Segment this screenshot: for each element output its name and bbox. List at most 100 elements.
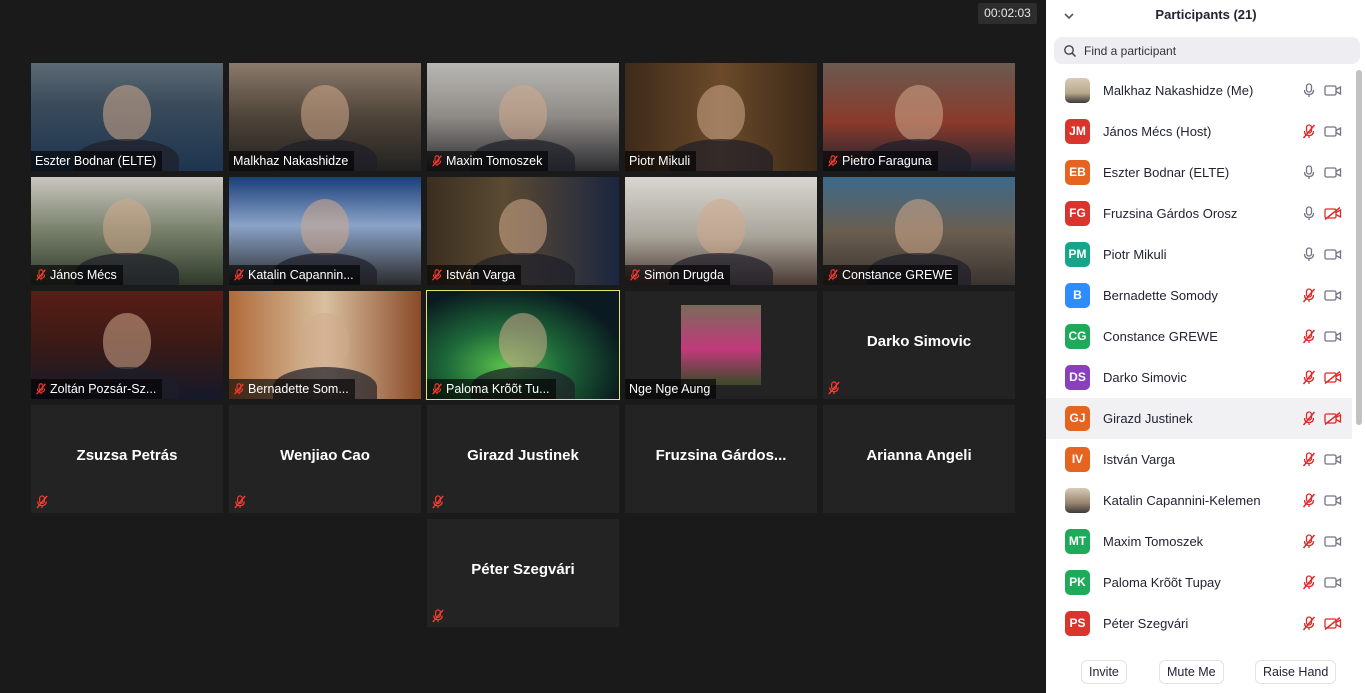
person-silhouette (301, 199, 349, 255)
mic-muted-icon (432, 383, 442, 395)
video-tile[interactable]: Constance GREWE (823, 177, 1015, 285)
tile-name: István Varga (446, 268, 516, 282)
participant-row[interactable]: FG Fruzsina Gárdos Orosz (1046, 193, 1352, 234)
participant-name: Eszter Bodnar (ELTE) (1103, 165, 1230, 180)
mic-muted-icon[interactable] (1302, 452, 1316, 467)
participant-row[interactable]: MT Maxim Tomoszek (1046, 521, 1352, 562)
video-tile[interactable]: Zsuzsa Petrás (31, 405, 223, 513)
participant-name: Darko Simovic (1103, 370, 1187, 385)
video-camera-icon[interactable] (1324, 166, 1342, 179)
mic-muted-icon[interactable] (1302, 493, 1316, 508)
tile-name: Paloma Krõõt Tu... (446, 382, 550, 396)
video-tile[interactable]: János Mécs (31, 177, 223, 285)
mic-muted-icon (36, 269, 46, 281)
tile-name: Simon Drugda (644, 268, 724, 282)
video-tile[interactable]: Bernadette Som... (229, 291, 421, 399)
mute-me-button[interactable]: Mute Me (1159, 660, 1224, 684)
participant-row[interactable]: Malkhaz Nakashidze (Me) (1046, 70, 1352, 111)
video-camera-icon[interactable] (1324, 453, 1342, 466)
video-camera-icon[interactable] (1324, 494, 1342, 507)
microphone-icon[interactable] (1302, 206, 1316, 221)
video-tile[interactable]: Piotr Mikuli (625, 63, 817, 171)
search-input[interactable] (1082, 42, 1356, 59)
participant-row[interactable]: PS Péter Szegvári (1046, 603, 1352, 642)
participant-row[interactable]: PK Paloma Krõõt Tupay (1046, 562, 1352, 603)
person-silhouette (697, 199, 745, 255)
video-tile[interactable]: Nge Nge Aung (625, 291, 817, 399)
participant-list-scrollbar[interactable] (1356, 70, 1362, 642)
video-off-icon[interactable] (1324, 617, 1342, 630)
participant-row[interactable]: IV István Varga (1046, 439, 1352, 480)
mic-muted-icon[interactable] (1302, 534, 1316, 549)
avatar: PM (1065, 242, 1090, 267)
mic-muted-icon[interactable] (1302, 370, 1316, 385)
video-off-icon[interactable] (1324, 412, 1342, 425)
avatar: JM (1065, 119, 1090, 144)
tile-name: Constance GREWE (842, 268, 953, 282)
scrollbar-thumb[interactable] (1356, 70, 1362, 425)
microphone-icon[interactable] (1302, 247, 1316, 262)
mic-muted-icon (234, 269, 244, 281)
microphone-icon[interactable] (1302, 165, 1316, 180)
mic-muted-icon[interactable] (1302, 411, 1316, 426)
avatar: CG (1065, 324, 1090, 349)
video-tile[interactable]: Pietro Faraguna (823, 63, 1015, 171)
mic-muted-icon[interactable] (1302, 288, 1316, 303)
participant-name: Malkhaz Nakashidze (Me) (1103, 83, 1254, 98)
mic-muted-icon[interactable] (1302, 575, 1316, 590)
video-off-icon[interactable] (1324, 207, 1342, 220)
video-tile[interactable]: Paloma Krõõt Tu... (426, 290, 620, 400)
avatar: IV (1065, 447, 1090, 472)
video-tile[interactable]: Girazd Justinek (427, 405, 619, 513)
tile-name: Malkhaz Nakashidze (233, 154, 349, 168)
video-camera-icon[interactable] (1324, 84, 1342, 97)
participant-row[interactable]: JM János Mécs (Host) (1046, 111, 1352, 152)
participant-row[interactable]: Katalin Capannini-Kelemen (1046, 480, 1352, 521)
mic-muted-icon (828, 155, 838, 167)
video-tile[interactable]: Katalin Capannin... (229, 177, 421, 285)
video-tile[interactable]: Wenjiao Cao (229, 405, 421, 513)
tile-name: Darko Simovic (866, 333, 972, 350)
video-tile[interactable]: Maxim Tomoszek (427, 63, 619, 171)
video-tile[interactable]: Simon Drugda (625, 177, 817, 285)
person-silhouette (499, 313, 547, 369)
mic-muted-icon (432, 609, 444, 623)
video-tile[interactable]: Fruzsina Gárdos... (625, 405, 817, 513)
video-tile[interactable]: Zoltán Pozsár-Sz... (31, 291, 223, 399)
video-tile[interactable]: Eszter Bodnar (ELTE) (31, 63, 223, 171)
mic-muted-icon[interactable] (1302, 124, 1316, 139)
video-camera-icon[interactable] (1324, 289, 1342, 302)
participant-row[interactable]: CG Constance GREWE (1046, 316, 1352, 357)
participant-search[interactable] (1054, 37, 1360, 64)
video-camera-icon[interactable] (1324, 248, 1342, 261)
mic-muted-icon[interactable] (1302, 616, 1316, 631)
video-tile[interactable]: Malkhaz Nakashidze (229, 63, 421, 171)
mic-muted-icon (432, 269, 442, 281)
participant-name: Piotr Mikuli (1103, 247, 1167, 262)
participant-row[interactable]: PM Piotr Mikuli (1046, 234, 1352, 275)
video-camera-icon[interactable] (1324, 576, 1342, 589)
raise-hand-button[interactable]: Raise Hand (1255, 660, 1337, 684)
microphone-icon[interactable] (1302, 83, 1316, 98)
video-tile[interactable]: Arianna Angeli (823, 405, 1015, 513)
video-tile[interactable]: Péter Szegvári (427, 519, 619, 627)
avatar: DS (1065, 365, 1090, 390)
video-tile[interactable]: Darko Simovic (823, 291, 1015, 399)
video-camera-icon[interactable] (1324, 330, 1342, 343)
video-camera-icon[interactable] (1324, 535, 1342, 548)
participant-row[interactable]: EB Eszter Bodnar (ELTE) (1046, 152, 1352, 193)
tile-name: Maxim Tomoszek (446, 154, 543, 168)
mic-muted-icon[interactable] (1302, 329, 1316, 344)
mic-muted-icon (828, 381, 840, 395)
tile-name-label: István Varga (427, 265, 522, 285)
video-tile[interactable]: István Varga (427, 177, 619, 285)
participant-row[interactable]: B Bernadette Somody (1046, 275, 1352, 316)
panel-footer: Invite Mute Me Raise Hand (1046, 660, 1366, 684)
invite-button[interactable]: Invite (1081, 660, 1127, 684)
tile-name-label: Simon Drugda (625, 265, 730, 285)
video-camera-icon[interactable] (1324, 125, 1342, 138)
video-off-icon[interactable] (1324, 371, 1342, 384)
participant-row[interactable]: DS Darko Simovic (1046, 357, 1352, 398)
mic-muted-icon (828, 269, 838, 281)
participant-row[interactable]: GJ Girazd Justinek (1046, 398, 1352, 439)
